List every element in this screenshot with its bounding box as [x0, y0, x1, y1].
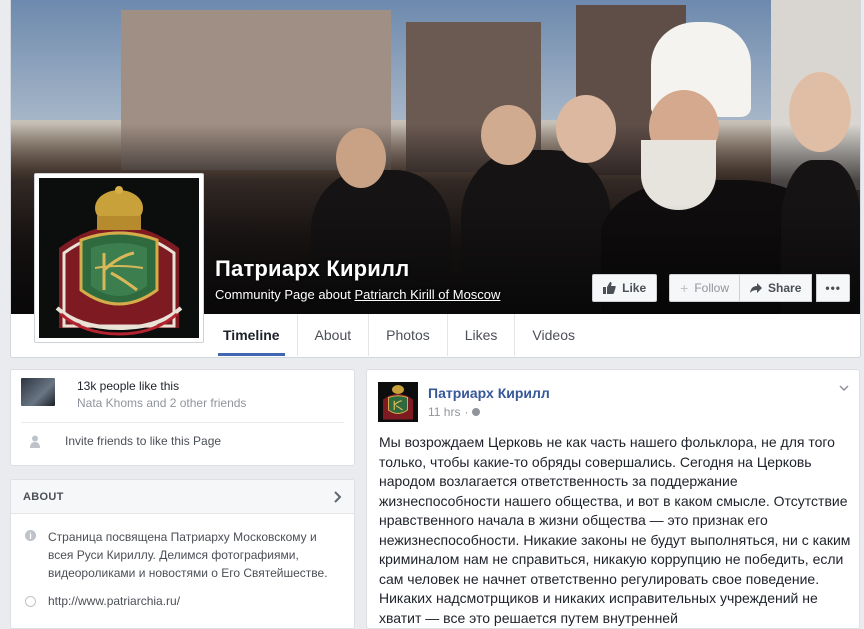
profile-picture[interactable] [34, 173, 204, 343]
share-arrow-icon [750, 283, 763, 293]
invite-friends-label: Invite friends to like this Page [65, 434, 222, 448]
likes-friends[interactable]: Nata Khoms and 2 other friends [77, 394, 246, 412]
cover-actions: Like + Follow Share ••• [592, 274, 850, 302]
post-meta-separator: · [464, 405, 469, 419]
about-description: Страница посвящена Патриарху Московскому… [48, 530, 328, 580]
tab-videos[interactable]: Videos [515, 314, 592, 356]
post-meta: 11 hrs · [428, 405, 481, 419]
cover-beard [641, 140, 716, 210]
tab-about[interactable]: About [298, 314, 370, 356]
likes-card: 13k people like this Nata Khoms and 2 ot… [10, 369, 355, 466]
about-website-row: http://www.patriarchia.ru/ [25, 594, 180, 608]
ellipsis-icon: ••• [825, 281, 841, 295]
likes-summary: 13k people like this Nata Khoms and 2 ot… [21, 378, 246, 412]
person-add-icon [29, 434, 43, 448]
follow-button-label: Follow [694, 281, 730, 295]
page-tabs: Timeline About Photos Likes Videos [206, 314, 592, 356]
like-button[interactable]: Like [592, 274, 658, 302]
tab-photos[interactable]: Photos [369, 314, 448, 356]
share-button[interactable]: Share [739, 274, 813, 302]
like-button-label: Like [622, 281, 647, 295]
about-title: ABOUT [23, 490, 64, 503]
invite-friends-row[interactable]: Invite friends to like this Page [29, 434, 221, 448]
post-text: Мы возрождаем Церковь не как часть нашег… [379, 434, 851, 626]
share-button-label: Share [768, 281, 802, 295]
likes-text: 13k people like this Nata Khoms and 2 ot… [77, 378, 246, 412]
globe-icon [25, 595, 36, 607]
cover-card: Патриарх Кирилл Community Page about Pat… [10, 0, 861, 358]
follow-button[interactable]: + Follow [669, 274, 740, 302]
likes-count[interactable]: 13k people like this [77, 378, 246, 394]
page-subtitle-prefix: Community Page about [215, 287, 351, 302]
info-icon: i [25, 530, 36, 541]
chevron-right-icon[interactable] [334, 488, 342, 506]
crest-logo-small [378, 382, 418, 422]
cover-face [556, 95, 616, 163]
chevron-down-icon[interactable] [839, 380, 849, 394]
friends-thumbnail[interactable] [21, 378, 55, 406]
post-time[interactable]: 11 hrs [428, 405, 460, 419]
about-website-link[interactable]: http://www.patriarchia.ru/ [48, 594, 180, 608]
page-subtitle-link[interactable]: Patriarch Kirill of Moscow [354, 287, 500, 302]
thumbs-up-icon [603, 282, 616, 294]
crest-logo [39, 178, 199, 338]
cover-face [481, 105, 536, 165]
about-card: ABOUT i Страница посвящена Патриарху Мос… [10, 479, 355, 629]
more-button[interactable]: ••• [816, 274, 850, 302]
post-card: Патриарх Кирилл 11 hrs · Мы возрождаем Ц… [366, 369, 860, 629]
about-header[interactable]: ABOUT [11, 480, 354, 514]
plus-icon: + [680, 280, 689, 296]
post-author[interactable]: Патриарх Кирилл [428, 385, 550, 401]
divider [21, 422, 344, 423]
page-title: Патриарх Кирилл [215, 256, 410, 281]
crest-logo-svg [39, 178, 199, 338]
about-description-row: i Страница посвящена Патриарху Московско… [25, 528, 338, 582]
public-globe-icon[interactable] [472, 408, 481, 416]
cover-face [789, 72, 851, 152]
page-subtitle: Community Page about Patriarch Kirill of… [215, 287, 500, 302]
tab-timeline[interactable]: Timeline [206, 314, 298, 356]
post-avatar[interactable] [378, 382, 418, 422]
tab-likes[interactable]: Likes [448, 314, 516, 356]
cover-face [336, 128, 386, 188]
